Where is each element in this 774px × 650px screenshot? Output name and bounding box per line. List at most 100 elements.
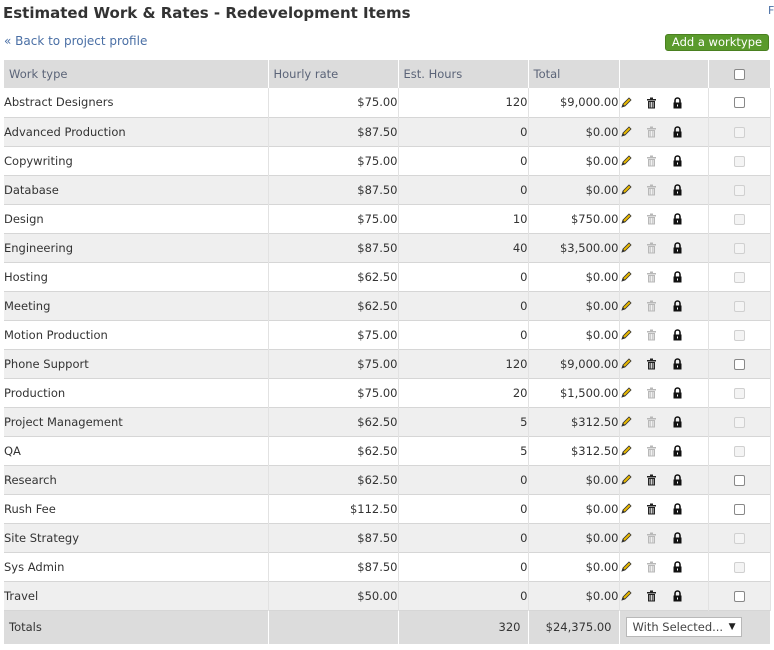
lock-icon[interactable] xyxy=(672,184,683,196)
pencil-icon[interactable] xyxy=(620,503,632,515)
row-select-cell xyxy=(708,581,771,610)
trash-icon[interactable] xyxy=(646,503,657,515)
pencil-icon[interactable] xyxy=(620,271,632,283)
row-select-cell xyxy=(708,262,771,291)
row-select-cell xyxy=(708,407,771,436)
pencil-icon[interactable] xyxy=(620,242,632,254)
bulk-action-cell: With Selected... ▼ xyxy=(619,610,771,644)
hourly-rate: $75.00 xyxy=(268,320,399,349)
row-checkbox xyxy=(733,416,745,428)
lock-icon[interactable] xyxy=(672,416,683,428)
row-actions xyxy=(619,581,709,610)
row-checkbox xyxy=(733,445,745,457)
pencil-icon[interactable] xyxy=(620,126,632,138)
lock-icon[interactable] xyxy=(672,561,683,573)
table-row: Engineering $87.50 40 $3,500.00 xyxy=(4,233,771,262)
work-type-name: Design xyxy=(4,204,269,233)
work-type-name: Rush Fee xyxy=(4,494,269,523)
trash-icon[interactable] xyxy=(646,474,657,486)
lock-icon[interactable] xyxy=(672,126,683,138)
table-row: Travel $50.00 0 $0.00 xyxy=(4,581,771,610)
row-checkbox[interactable] xyxy=(733,503,745,515)
pencil-icon[interactable] xyxy=(620,213,632,225)
lock-icon[interactable] xyxy=(672,358,683,370)
row-select-cell xyxy=(708,378,771,407)
hourly-rate: $62.50 xyxy=(268,436,399,465)
lock-icon[interactable] xyxy=(672,242,683,254)
row-checkbox xyxy=(733,242,745,254)
est-hours: 0 xyxy=(398,552,529,581)
hourly-rate: $87.50 xyxy=(268,552,399,581)
row-checkbox[interactable] xyxy=(733,358,745,370)
est-hours: 0 xyxy=(398,175,529,204)
trash-icon xyxy=(646,387,657,399)
hourly-rate: $87.50 xyxy=(268,523,399,552)
pencil-icon[interactable] xyxy=(620,445,632,457)
pencil-icon[interactable] xyxy=(620,358,632,370)
pencil-icon[interactable] xyxy=(620,416,632,428)
row-checkbox xyxy=(733,329,745,341)
row-actions xyxy=(619,204,709,233)
select-all-checkbox[interactable] xyxy=(733,69,745,80)
work-type-name: Project Management xyxy=(4,407,269,436)
totals-label: Totals xyxy=(4,610,269,644)
pencil-icon[interactable] xyxy=(620,387,632,399)
lock-icon[interactable] xyxy=(672,445,683,457)
hourly-rate: $62.50 xyxy=(268,465,399,494)
trash-icon[interactable] xyxy=(646,358,657,370)
row-select-cell xyxy=(708,494,771,523)
row-actions xyxy=(619,262,709,291)
pencil-icon[interactable] xyxy=(620,329,632,341)
est-hours: 0 xyxy=(398,117,529,146)
trash-icon[interactable] xyxy=(646,97,657,109)
pencil-icon[interactable] xyxy=(620,561,632,573)
header-hourly-rate[interactable]: Hourly rate xyxy=(268,60,399,88)
lock-icon[interactable] xyxy=(672,300,683,312)
row-checkbox[interactable] xyxy=(733,590,745,602)
row-actions xyxy=(619,378,709,407)
lock-icon[interactable] xyxy=(672,387,683,399)
totals-amount: $24,375.00 xyxy=(528,610,620,644)
trash-icon[interactable] xyxy=(646,590,657,602)
row-select-cell xyxy=(708,233,771,262)
lock-icon[interactable] xyxy=(672,503,683,515)
work-type-name: Travel xyxy=(4,581,269,610)
with-selected-dropdown[interactable]: With Selected... ▼ xyxy=(625,617,742,638)
lock-icon[interactable] xyxy=(672,532,683,544)
table-row: Research $62.50 0 $0.00 xyxy=(4,465,771,494)
pencil-icon[interactable] xyxy=(620,590,632,602)
table-row: Motion Production $75.00 0 $0.00 xyxy=(4,320,771,349)
lock-icon[interactable] xyxy=(672,474,683,486)
header-work-type[interactable]: Work type xyxy=(4,60,269,88)
back-to-project-link[interactable]: « Back to project profile xyxy=(4,34,147,48)
row-total: $750.00 xyxy=(528,204,620,233)
pencil-icon[interactable] xyxy=(620,300,632,312)
header-total[interactable]: Total xyxy=(528,60,620,88)
lock-icon[interactable] xyxy=(672,96,683,109)
pencil-icon[interactable] xyxy=(620,532,632,544)
corner-link[interactable]: F xyxy=(768,4,774,17)
pencil-icon[interactable] xyxy=(620,474,632,486)
header-actions xyxy=(619,60,709,88)
add-worktype-button[interactable]: Add a worktype xyxy=(665,34,769,51)
trash-icon xyxy=(646,155,657,167)
chevron-down-icon: ▼ xyxy=(728,622,736,633)
pencil-icon[interactable] xyxy=(620,155,632,167)
lock-icon[interactable] xyxy=(672,155,683,167)
pencil-icon[interactable] xyxy=(620,184,632,196)
row-checkbox[interactable] xyxy=(733,97,745,109)
lock-icon[interactable] xyxy=(672,590,683,602)
pencil-icon[interactable] xyxy=(620,97,632,109)
row-actions xyxy=(619,407,709,436)
lock-icon[interactable] xyxy=(672,213,683,225)
with-selected-label: With Selected... xyxy=(632,620,724,635)
lock-icon[interactable] xyxy=(672,271,683,283)
trash-icon xyxy=(646,242,657,254)
lock-icon[interactable] xyxy=(672,329,683,341)
row-total: $0.00 xyxy=(528,291,620,320)
hourly-rate: $62.50 xyxy=(268,407,399,436)
row-checkbox[interactable] xyxy=(733,474,745,486)
hourly-rate: $75.00 xyxy=(268,88,399,117)
header-est-hours[interactable]: Est. Hours xyxy=(398,60,529,88)
row-total: $3,500.00 xyxy=(528,233,620,262)
